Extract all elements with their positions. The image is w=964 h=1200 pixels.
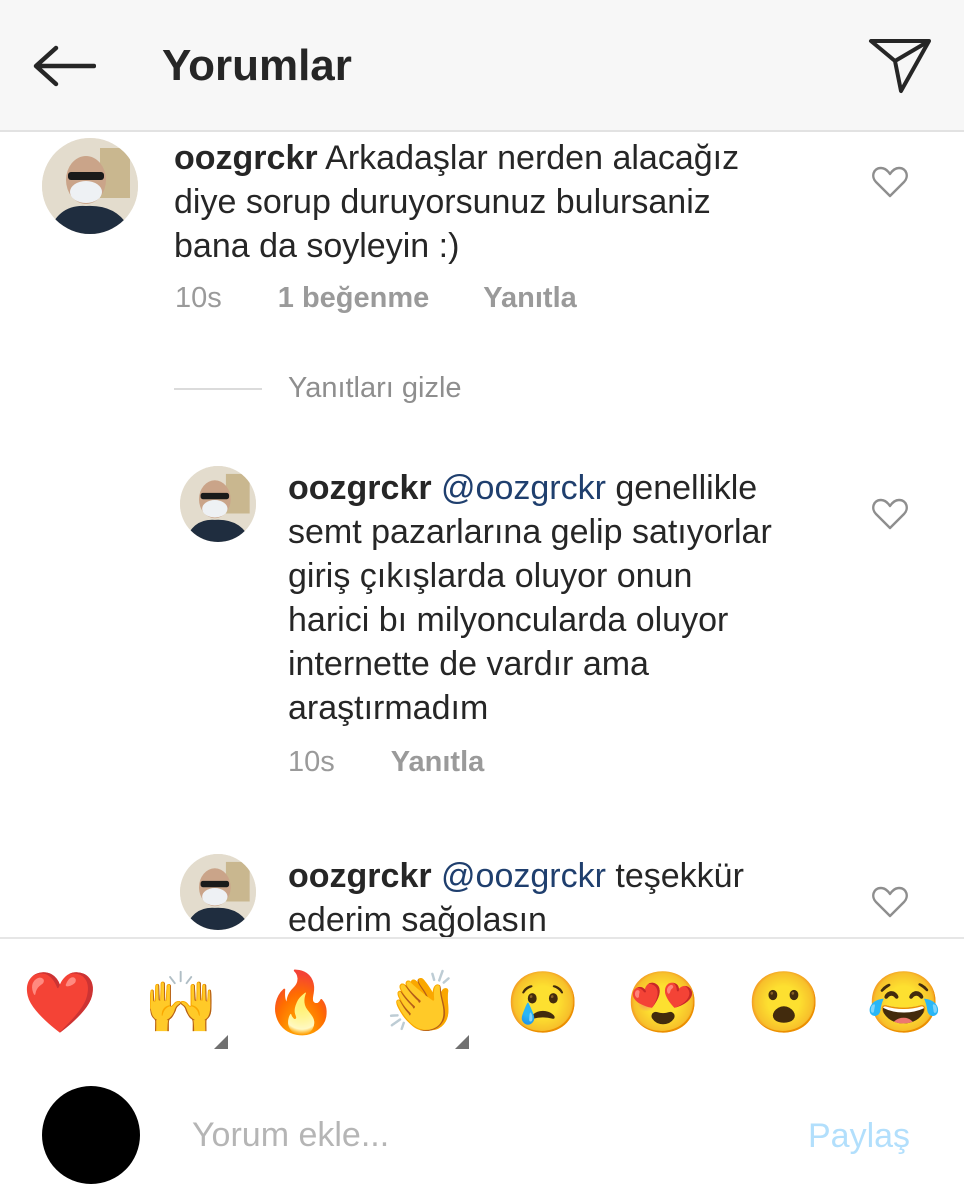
reply-text-line: harici bı milyoncularda oluyor: [288, 601, 729, 639]
profile-photo-icon: [180, 854, 256, 930]
crying-face-emoji[interactable]: 😢: [503, 963, 583, 1043]
avatar[interactable]: [180, 854, 256, 930]
back-arrow-icon: [33, 45, 96, 87]
comment-body: oozgrckr Arkadaşlar nerden alacağız diye…: [174, 136, 834, 268]
reply-button[interactable]: Yanıtla: [391, 746, 485, 779]
reply-body: oozgrckr @oozgrckr genellikle semt pazar…: [288, 466, 848, 730]
comment-time: 10s: [175, 282, 222, 314]
tears-of-joy-emoji[interactable]: 😂: [864, 963, 944, 1043]
comment-username[interactable]: oozgrckr: [174, 139, 318, 177]
comment-text-line: diye sorup duruyorsunuz bulursaniz: [174, 183, 711, 221]
hide-replies-label: Yanıtları gizle: [288, 372, 462, 404]
reply-body: oozgrckr @oozgrckr teşekkür ederim sağol…: [288, 854, 848, 937]
reply-text-line: genellikle: [615, 469, 758, 507]
mention-link[interactable]: @oozgrckr: [441, 469, 606, 507]
reply-text-line: giriş çıkışlarda oluyor onun: [288, 557, 693, 595]
divider-line: [174, 387, 262, 390]
profile-photo-icon: [42, 138, 138, 234]
reply-button[interactable]: Yanıtla: [483, 282, 577, 315]
emoji-quick-bar: ❤️ 🙌 🔥 👏 😢 😍 😮 😂: [0, 937, 964, 1069]
like-button[interactable]: [870, 162, 910, 202]
like-button[interactable]: [870, 494, 910, 534]
reply-text-line: teşekkür: [615, 857, 744, 895]
reply-username[interactable]: oozgrckr: [288, 469, 432, 507]
comment-composer: Paylaş: [0, 1067, 964, 1200]
likes-count[interactable]: 1 beğenme: [278, 282, 430, 315]
heart-outline-icon: [872, 498, 908, 530]
reply-username[interactable]: oozgrckr: [288, 857, 432, 895]
comment-text-line: bana da soyleyin :): [174, 227, 460, 265]
comment-meta: 10s 1 beğenme Yanıtla: [175, 282, 577, 315]
header-bar: Yorumlar: [0, 0, 964, 132]
clapping-hands-emoji[interactable]: 👏: [382, 963, 462, 1043]
reply-text-line: ederim sağolasın: [288, 901, 547, 937]
skin-tone-indicator-icon: [214, 1035, 228, 1049]
raising-hands-person-emoji[interactable]: 🙌: [141, 963, 221, 1043]
comments-list: oozgrckr Arkadaşlar nerden alacağız diye…: [0, 132, 964, 937]
avatar[interactable]: [180, 466, 256, 542]
red-heart-emoji[interactable]: ❤️: [20, 963, 100, 1043]
skin-tone-indicator-icon: [455, 1035, 469, 1049]
heart-eyes-emoji[interactable]: 😍: [623, 963, 703, 1043]
reply-meta: 10s Yanıtla: [288, 746, 484, 779]
direct-send-button[interactable]: [862, 30, 938, 100]
fire-emoji[interactable]: 🔥: [261, 963, 341, 1043]
reply-text-line: semt pazarlarına gelip satıyorlar: [288, 513, 772, 551]
paper-plane-icon: [869, 39, 931, 93]
heart-outline-icon: [872, 886, 908, 918]
reply-text-line: araştırmadım: [288, 689, 489, 727]
like-button[interactable]: [870, 882, 910, 922]
heart-outline-icon: [872, 166, 908, 198]
reply-text-line: internette de vardır ama: [288, 645, 649, 683]
page-title: Yorumlar: [162, 41, 352, 90]
comment-text-line: Arkadaşlar nerden alacağız: [325, 139, 740, 177]
surprised-face-emoji[interactable]: 😮: [744, 963, 824, 1043]
share-button[interactable]: Paylaş: [808, 1117, 910, 1156]
hide-replies-toggle[interactable]: Yanıtları gizle: [174, 372, 462, 405]
mention-link[interactable]: @oozgrckr: [441, 857, 606, 895]
profile-photo-icon: [180, 466, 256, 542]
avatar[interactable]: [42, 138, 138, 234]
back-button[interactable]: [28, 36, 100, 96]
comment-input[interactable]: [192, 1107, 752, 1163]
avatar: [42, 1086, 140, 1184]
reply-time: 10s: [288, 746, 335, 778]
